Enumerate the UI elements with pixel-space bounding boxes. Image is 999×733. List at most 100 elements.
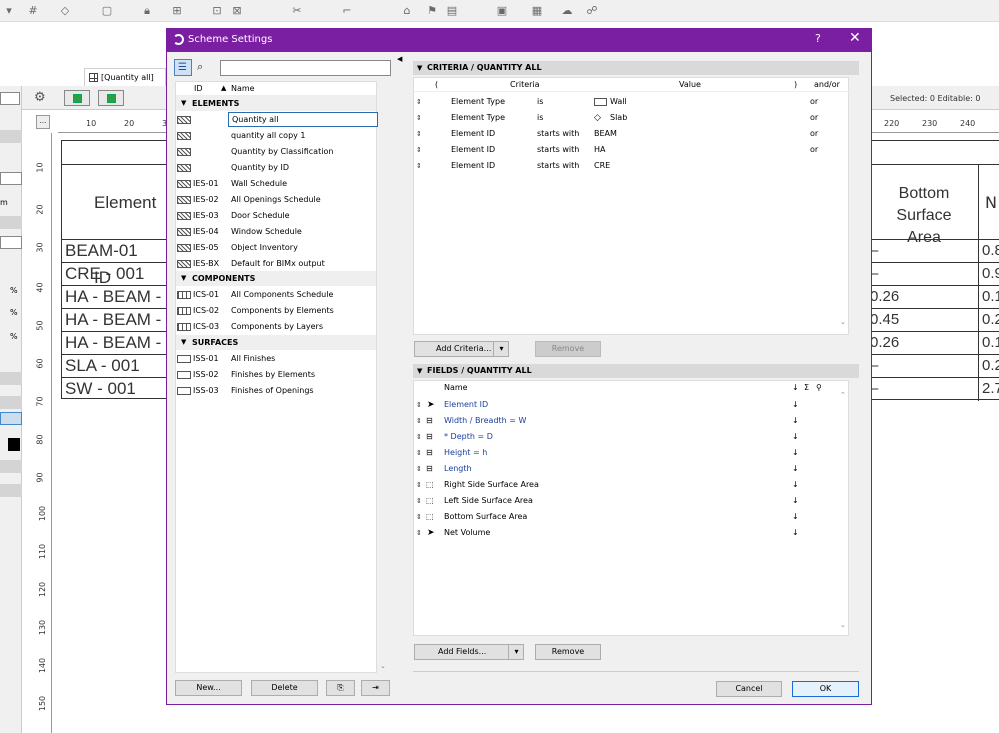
gear-icon[interactable]: ⚙	[34, 90, 46, 105]
list-item[interactable]: IES-02 All Openings Schedule	[176, 192, 376, 208]
select-icon[interactable]: ⊡	[210, 4, 224, 17]
field-name[interactable]: Height = h	[444, 445, 487, 461]
criteria-andor[interactable]: or	[810, 142, 818, 158]
criteria-operator[interactable]: is	[537, 110, 543, 126]
list-item[interactable]: Quantity all	[176, 112, 378, 128]
dropdown-arrow-icon[interactable]: ▾	[508, 645, 524, 659]
field-row[interactable]: ⇕ ⊟ Length ↓	[414, 461, 850, 477]
toolbox-button[interactable]	[0, 484, 22, 497]
list-item[interactable]: IES-BX Default for BIMx output	[176, 256, 376, 272]
scroll-down-icon[interactable]: ⌄	[380, 662, 386, 670]
drag-handle-icon[interactable]: ⇕	[416, 94, 422, 110]
list-item[interactable]: Quantity by Classification	[176, 144, 376, 160]
criteria-value[interactable]: CRE	[594, 158, 610, 174]
arrow-tool-icon[interactable]: ▾	[2, 4, 16, 17]
cancel-button[interactable]: Cancel	[716, 681, 782, 697]
field-row[interactable]: ⇕ ⬚ Right Side Surface Area ↓	[414, 477, 850, 493]
window-icon[interactable]: ▣	[495, 4, 509, 17]
toolbox-select[interactable]	[0, 236, 22, 249]
field-row[interactable]: ⇕ ⊟ Height = h ↓	[414, 445, 850, 461]
export-button[interactable]: ⇥	[361, 680, 390, 696]
add-criteria-button[interactable]: Add Criteria... ▾	[414, 341, 509, 357]
field-sort[interactable]: ↓	[792, 509, 799, 525]
criteria-row[interactable]: ⇕ Element ID starts with BEAM or	[414, 126, 850, 142]
criteria-row[interactable]: ⇕ Element ID starts with CRE	[414, 158, 850, 174]
criteria-operator[interactable]: starts with	[537, 126, 579, 142]
zoom-icon[interactable]	[98, 90, 124, 106]
field-sort[interactable]: ↓	[792, 397, 799, 413]
column-name[interactable]: Name	[231, 84, 255, 93]
drag-handle-icon[interactable]: ⇕	[416, 158, 422, 174]
field-name[interactable]: Right Side Surface Area	[444, 477, 539, 493]
search-icon[interactable]: ⌕	[197, 60, 203, 74]
toolbox-button[interactable]	[0, 216, 22, 229]
criteria-header[interactable]: ▼ CRITERIA / QUANTITY ALL	[413, 61, 859, 75]
add-fields-button[interactable]: Add Fields... ▾	[414, 644, 524, 660]
list-item[interactable]: ISS-01 All Finishes	[176, 351, 376, 367]
list-view-toggle[interactable]: ☰	[174, 59, 192, 76]
field-row[interactable]: ⇕ ⊟ Width / Breadth = W ↓	[414, 413, 850, 429]
criteria-operator[interactable]: is	[537, 94, 543, 110]
list-item[interactable]: ICS-02 Components by Elements	[176, 303, 376, 319]
field-row[interactable]: ⇕ ➤ Element ID ↓	[414, 397, 850, 413]
drag-handle-icon[interactable]: ⇕	[416, 142, 422, 158]
drag-handle-icon[interactable]: ⇕	[416, 493, 422, 509]
criteria-field[interactable]: Element ID	[451, 126, 495, 142]
camera-icon[interactable]: ▦	[530, 4, 544, 17]
field-name[interactable]: * Depth = D	[444, 429, 493, 445]
list-item[interactable]: ICS-03 Components by Layers	[176, 319, 376, 335]
flag-icon[interactable]: ⚑	[425, 4, 439, 17]
drag-handle-icon[interactable]: ⇕	[416, 445, 422, 461]
criteria-value[interactable]: Wall	[610, 94, 627, 110]
home-icon[interactable]: ⌂	[400, 4, 414, 17]
splitter-arrow-icon[interactable]: ◀	[397, 55, 402, 63]
list-item[interactable]: IES-04 Window Schedule	[176, 224, 376, 240]
corner-icon[interactable]: ⌐	[340, 4, 354, 17]
search-input[interactable]	[220, 60, 391, 76]
criteria-operator[interactable]: starts with	[537, 142, 579, 158]
criteria-value[interactable]: Slab	[610, 110, 627, 126]
field-sort[interactable]: ↓	[792, 493, 799, 509]
drag-handle-icon[interactable]: ⇕	[416, 429, 422, 445]
criteria-value[interactable]: HA	[594, 142, 606, 158]
criteria-field[interactable]: Element Type	[451, 110, 505, 126]
fields-header[interactable]: ▼ FIELDS / QUANTITY ALL	[413, 364, 859, 378]
drag-handle-icon[interactable]: ⇕	[416, 110, 422, 126]
field-name[interactable]: Left Side Surface Area	[444, 493, 533, 509]
table-icon[interactable]	[0, 92, 20, 105]
grid-icon[interactable]	[0, 412, 22, 425]
scroll-up-icon[interactable]: ⌃	[840, 391, 846, 399]
field-row[interactable]: ⇕ ⊟ * Depth = D ↓	[414, 429, 850, 445]
criteria-andor[interactable]: or	[810, 126, 818, 142]
field-name[interactable]: Net Volume	[444, 525, 490, 541]
drag-handle-icon[interactable]: ⇕	[416, 413, 422, 429]
field-row[interactable]: ⇕ ⬚ Bottom Surface Area ↓	[414, 509, 850, 525]
field-name[interactable]: Length	[444, 461, 472, 477]
toolbox-button[interactable]	[0, 396, 22, 409]
field-row[interactable]: ⇕ ⬚ Left Side Surface Area ↓	[414, 493, 850, 509]
scissors-icon[interactable]: ✂	[290, 4, 304, 17]
color-swatch[interactable]	[8, 438, 20, 451]
list-item[interactable]: ICS-01 All Components Schedule	[176, 287, 376, 303]
new-button[interactable]: New...	[175, 680, 242, 696]
import-button[interactable]: ⎘	[326, 680, 355, 696]
list-item[interactable]: ISS-03 Finishes of Openings	[176, 383, 376, 399]
group-elements[interactable]: ▼ ELEMENTS	[176, 96, 376, 111]
delete-button[interactable]: Delete	[251, 680, 318, 696]
drag-handle-icon[interactable]: ⇕	[416, 525, 422, 541]
list-item[interactable]: quantity all copy 1	[176, 128, 376, 144]
eraser-icon[interactable]: ◇	[58, 4, 72, 17]
drag-handle-icon[interactable]: ⇕	[416, 397, 422, 413]
layers-icon[interactable]: ▤	[445, 4, 459, 17]
criteria-value[interactable]: BEAM	[594, 126, 617, 142]
criteria-field[interactable]: Element Type	[451, 94, 505, 110]
cloud-icon[interactable]: ☁	[560, 4, 574, 17]
list-item[interactable]: ISS-02 Finishes by Elements	[176, 367, 376, 383]
field-name[interactable]: Width / Breadth = W	[444, 413, 526, 429]
field-name[interactable]: Element ID	[444, 397, 488, 413]
view-tab[interactable]: [Quantity all]	[84, 68, 166, 86]
toolbox-select[interactable]	[0, 172, 22, 185]
field-sort[interactable]: ↓	[792, 429, 799, 445]
field-sort[interactable]: ↓	[792, 413, 799, 429]
ok-button[interactable]: OK	[792, 681, 859, 697]
